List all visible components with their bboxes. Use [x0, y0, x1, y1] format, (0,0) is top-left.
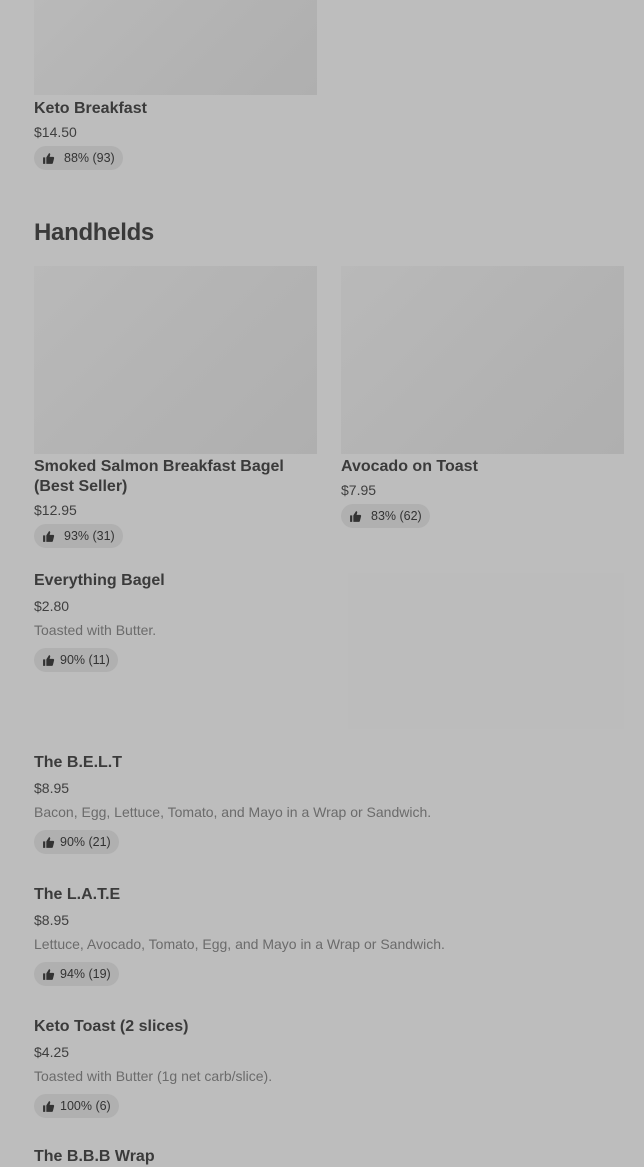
item-name-keto-toast[interactable]: Keto Toast (2 slices) [34, 1017, 188, 1037]
thumbs-up-icon [42, 836, 55, 849]
thumbs-up-icon [42, 1100, 55, 1113]
item-name-smoked-salmon[interactable]: Smoked Salmon Breakfast Bagel (Best Selle… [34, 457, 317, 497]
item-image-keto-breakfast[interactable] [34, 0, 317, 95]
item-description-keto-toast: Toasted with Butter (1g net carb/slice). [34, 1068, 273, 1084]
item-price-late: $8.95 [34, 912, 70, 928]
thumbs-up-icon [42, 968, 55, 981]
thumbs-up-icon [42, 152, 55, 165]
item-name-late[interactable]: The L.A.T.E [34, 885, 120, 905]
rating-badge-smoked-salmon: 93% (31) [34, 524, 123, 548]
item-description-late: Lettuce, Avocado, Tomato, Egg, and Mayo … [34, 936, 445, 952]
item-name-keto-breakfast[interactable]: Keto Breakfast [34, 99, 147, 119]
item-price-keto-breakfast: $14.50 [34, 124, 77, 140]
item-price-belt: $8.95 [34, 780, 70, 796]
item-name-belt[interactable]: The B.E.L.T [34, 753, 122, 773]
item-price-avocado-toast: $7.95 [341, 482, 377, 498]
rating-badge-late: 94% (19) [34, 962, 119, 986]
thumbs-up-icon [349, 510, 362, 523]
item-name-bbb-wrap[interactable]: The B.B.B Wrap [34, 1147, 155, 1167]
item-description-belt: Bacon, Egg, Lettuce, Tomato, and Mayo in… [34, 804, 432, 820]
item-price-keto-toast: $4.25 [34, 1044, 70, 1060]
thumbs-up-icon [42, 654, 55, 667]
section-title-handhelds: Handhelds [34, 219, 154, 246]
item-image-avocado-toast[interactable] [341, 266, 624, 454]
item-price-smoked-salmon: $12.95 [34, 502, 77, 518]
rating-badge-everything-bagel: 90% (11) [34, 648, 118, 672]
item-price-everything-bagel: $2.80 [34, 598, 70, 614]
rating-badge-avocado-toast: 83% (62) [341, 504, 430, 528]
item-name-everything-bagel[interactable]: Everything Bagel [34, 571, 165, 591]
rating-badge-keto-toast: 100% (6) [34, 1094, 119, 1118]
item-name-avocado-toast[interactable]: Avocado on Toast [341, 457, 478, 477]
item-image-everything-bagel[interactable] [348, 573, 624, 729]
rating-badge-belt: 90% (21) [34, 830, 119, 854]
item-description-everything-bagel: Toasted with Butter. [34, 622, 157, 638]
rating-badge-keto-breakfast: 88% (93) [34, 146, 123, 170]
item-image-smoked-salmon[interactable] [34, 266, 317, 454]
thumbs-up-icon [42, 530, 55, 543]
